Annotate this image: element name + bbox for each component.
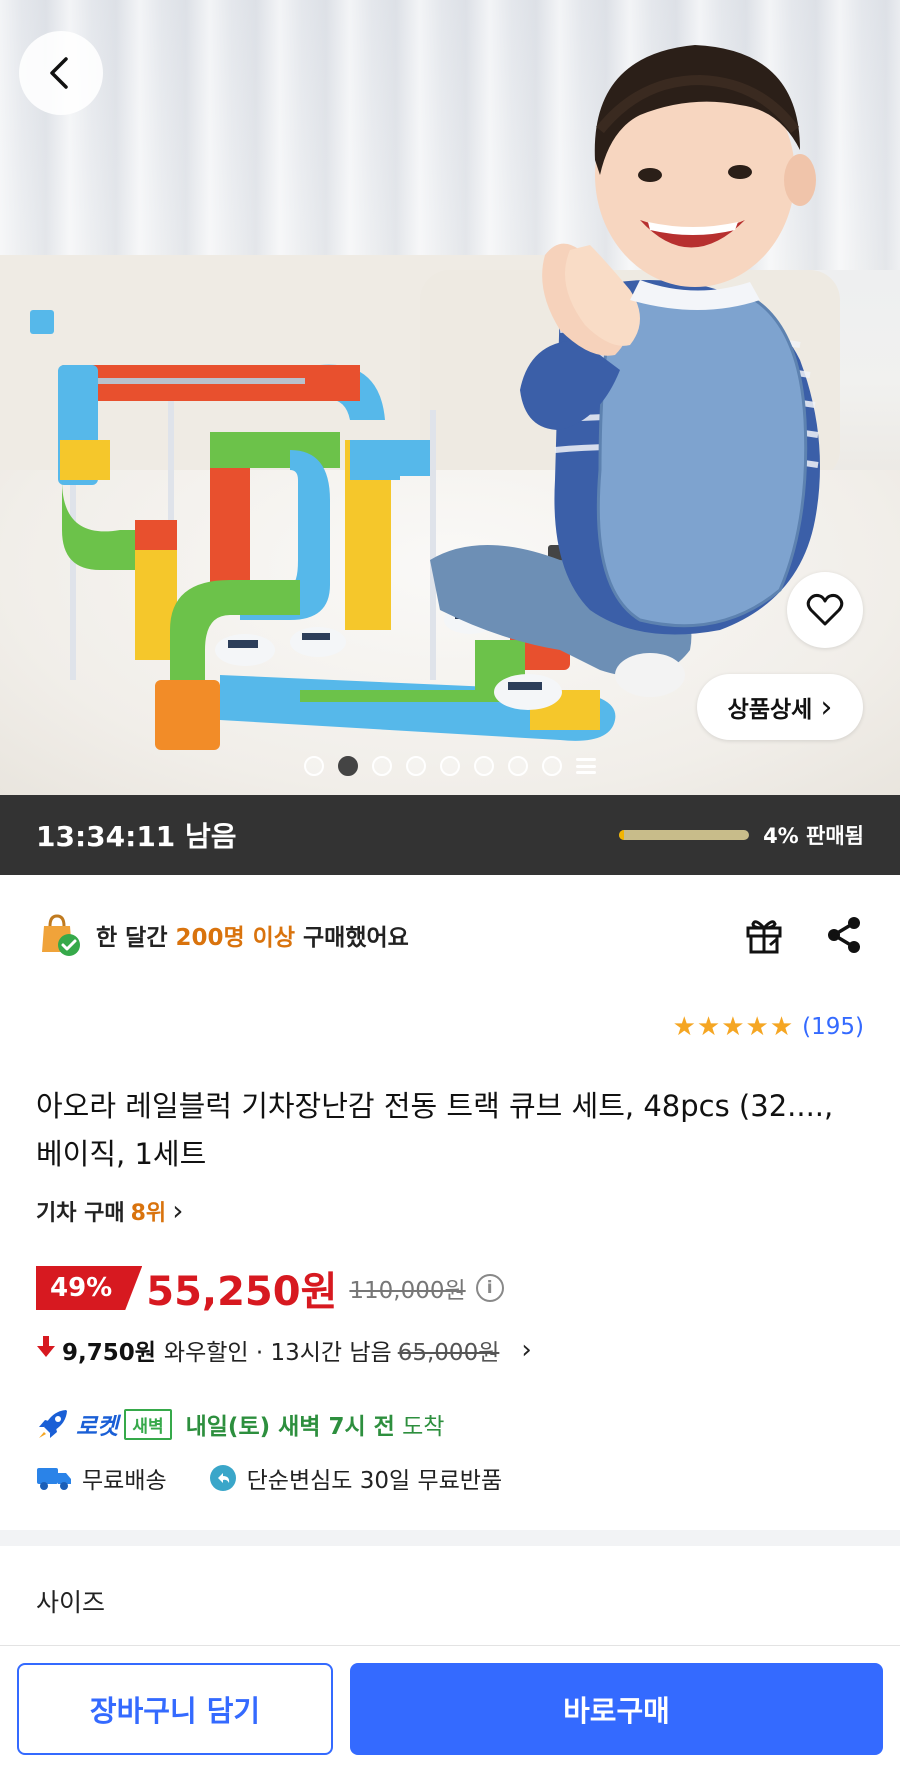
heart-icon — [806, 593, 844, 626]
discount-badge: 49% — [36, 1266, 143, 1310]
carousel-dot-active[interactable] — [338, 756, 358, 776]
section-divider — [0, 1530, 900, 1546]
purchase-count-row: 한 달간 200명 이상 구매했어요 — [36, 900, 866, 970]
arrival-estimate: 내일(토) 새벽 7시 전 도착 — [185, 1414, 445, 1440]
product-title: 아오라 레일블럭 기차장난감 전동 트랙 큐브 세트, 48pcs (32...… — [36, 1089, 834, 1171]
toy-train-4 — [494, 674, 562, 710]
carousel-dot[interactable] — [542, 756, 562, 776]
rank-value: 8위 — [130, 1200, 167, 1226]
rocket-delivery-row: 로켓 새벽 내일(토) 새벽 7시 전 도착 — [36, 1402, 444, 1446]
carousel-dot[interactable] — [508, 756, 528, 776]
carousel-dot[interactable] — [372, 756, 392, 776]
share-icon — [828, 917, 860, 953]
free-shipping-label: 무료배송 — [82, 1468, 167, 1494]
chevron-right-icon: › — [172, 1194, 184, 1227]
rank-category: 기차 구매 — [36, 1200, 125, 1226]
product-detail-button[interactable]: 상품상세 › — [697, 674, 863, 740]
footer-divider — [0, 1645, 900, 1646]
buy-now-button[interactable]: 바로구매 — [350, 1663, 883, 1755]
toy-train-1 — [215, 634, 275, 666]
product-detail-label: 상품상세 — [727, 697, 813, 723]
dawn-delivery-badge: 새벽 — [124, 1408, 172, 1440]
info-icon[interactable]: i — [475, 1274, 504, 1302]
purchase-count-highlight: 200명 이상 — [175, 925, 296, 951]
deal-timer-bar: 13:34:11 남음 4% 판매됨 — [0, 795, 900, 875]
gift-icon — [746, 920, 782, 954]
sold-progress: 4% 판매됨 — [619, 820, 864, 850]
rating-row[interactable]: ★★★★★ (195) — [673, 1012, 864, 1042]
share-button[interactable] — [822, 913, 866, 957]
rocket-delivery-logo: 로켓 — [76, 1414, 119, 1440]
sold-percent-label: 4% 판매됨 — [763, 824, 864, 848]
time-remaining: 13:34:11 남음 — [36, 820, 237, 853]
original-price: 110,000원 — [349, 1278, 466, 1304]
sale-price: 55,250원 — [146, 1269, 338, 1315]
carousel-dot[interactable] — [406, 756, 426, 776]
carousel-dot[interactable] — [474, 756, 494, 776]
back-button[interactable] — [19, 31, 103, 115]
purchase-count-text: 한 달간 200명 이상 구매했어요 — [96, 925, 409, 951]
shopping-bag-check-icon — [36, 912, 82, 958]
sold-progress-track — [619, 830, 750, 840]
toy-train-2 — [290, 627, 346, 657]
wow-original-price: 65,000원 — [397, 1340, 500, 1366]
size-option-label: 사이즈 — [36, 1588, 106, 1617]
gift-button[interactable] — [742, 913, 786, 957]
chevron-right-icon: › — [521, 1335, 532, 1365]
add-to-cart-button[interactable]: 장바구니 담기 — [17, 1663, 333, 1755]
carousel-dot[interactable] — [440, 756, 460, 776]
child-figure — [430, 45, 820, 697]
wow-discount-row[interactable]: 9,750원 와우할인 · 13시간 남음 65,000원 › — [36, 1330, 532, 1370]
rocket-icon — [39, 1410, 67, 1438]
wow-discount-amount: 9,750원 — [62, 1340, 156, 1366]
price-row: 49% 55,250원 110,000원 i — [36, 1262, 504, 1315]
category-rank-link[interactable]: 기차 구매 8위 › — [36, 1194, 183, 1227]
carousel-indicators — [0, 756, 900, 776]
carousel-more-icon[interactable] — [576, 756, 596, 776]
product-image-carousel[interactable]: 상품상세 › — [0, 0, 900, 795]
sold-progress-fill — [619, 830, 625, 840]
free-return-label: 단순변심도 30일 무료반품 — [246, 1468, 503, 1494]
share-actions — [742, 913, 866, 957]
favorite-button[interactable] — [787, 572, 863, 648]
wow-discount-label: 와우할인 · 13시간 남음 — [163, 1340, 392, 1366]
truck-icon — [37, 1468, 71, 1490]
carousel-dot[interactable] — [304, 756, 324, 776]
review-count: (195) — [802, 1014, 864, 1040]
chevron-left-icon — [50, 57, 68, 89]
rating-stars: ★★★★★ — [672, 1012, 795, 1042]
shipping-info-row: 무료배송 단순변심도 30일 무료반품 — [36, 1458, 502, 1498]
chevron-right-icon: › — [820, 689, 833, 725]
return-icon — [209, 1465, 236, 1491]
down-arrow-icon — [36, 1336, 56, 1364]
